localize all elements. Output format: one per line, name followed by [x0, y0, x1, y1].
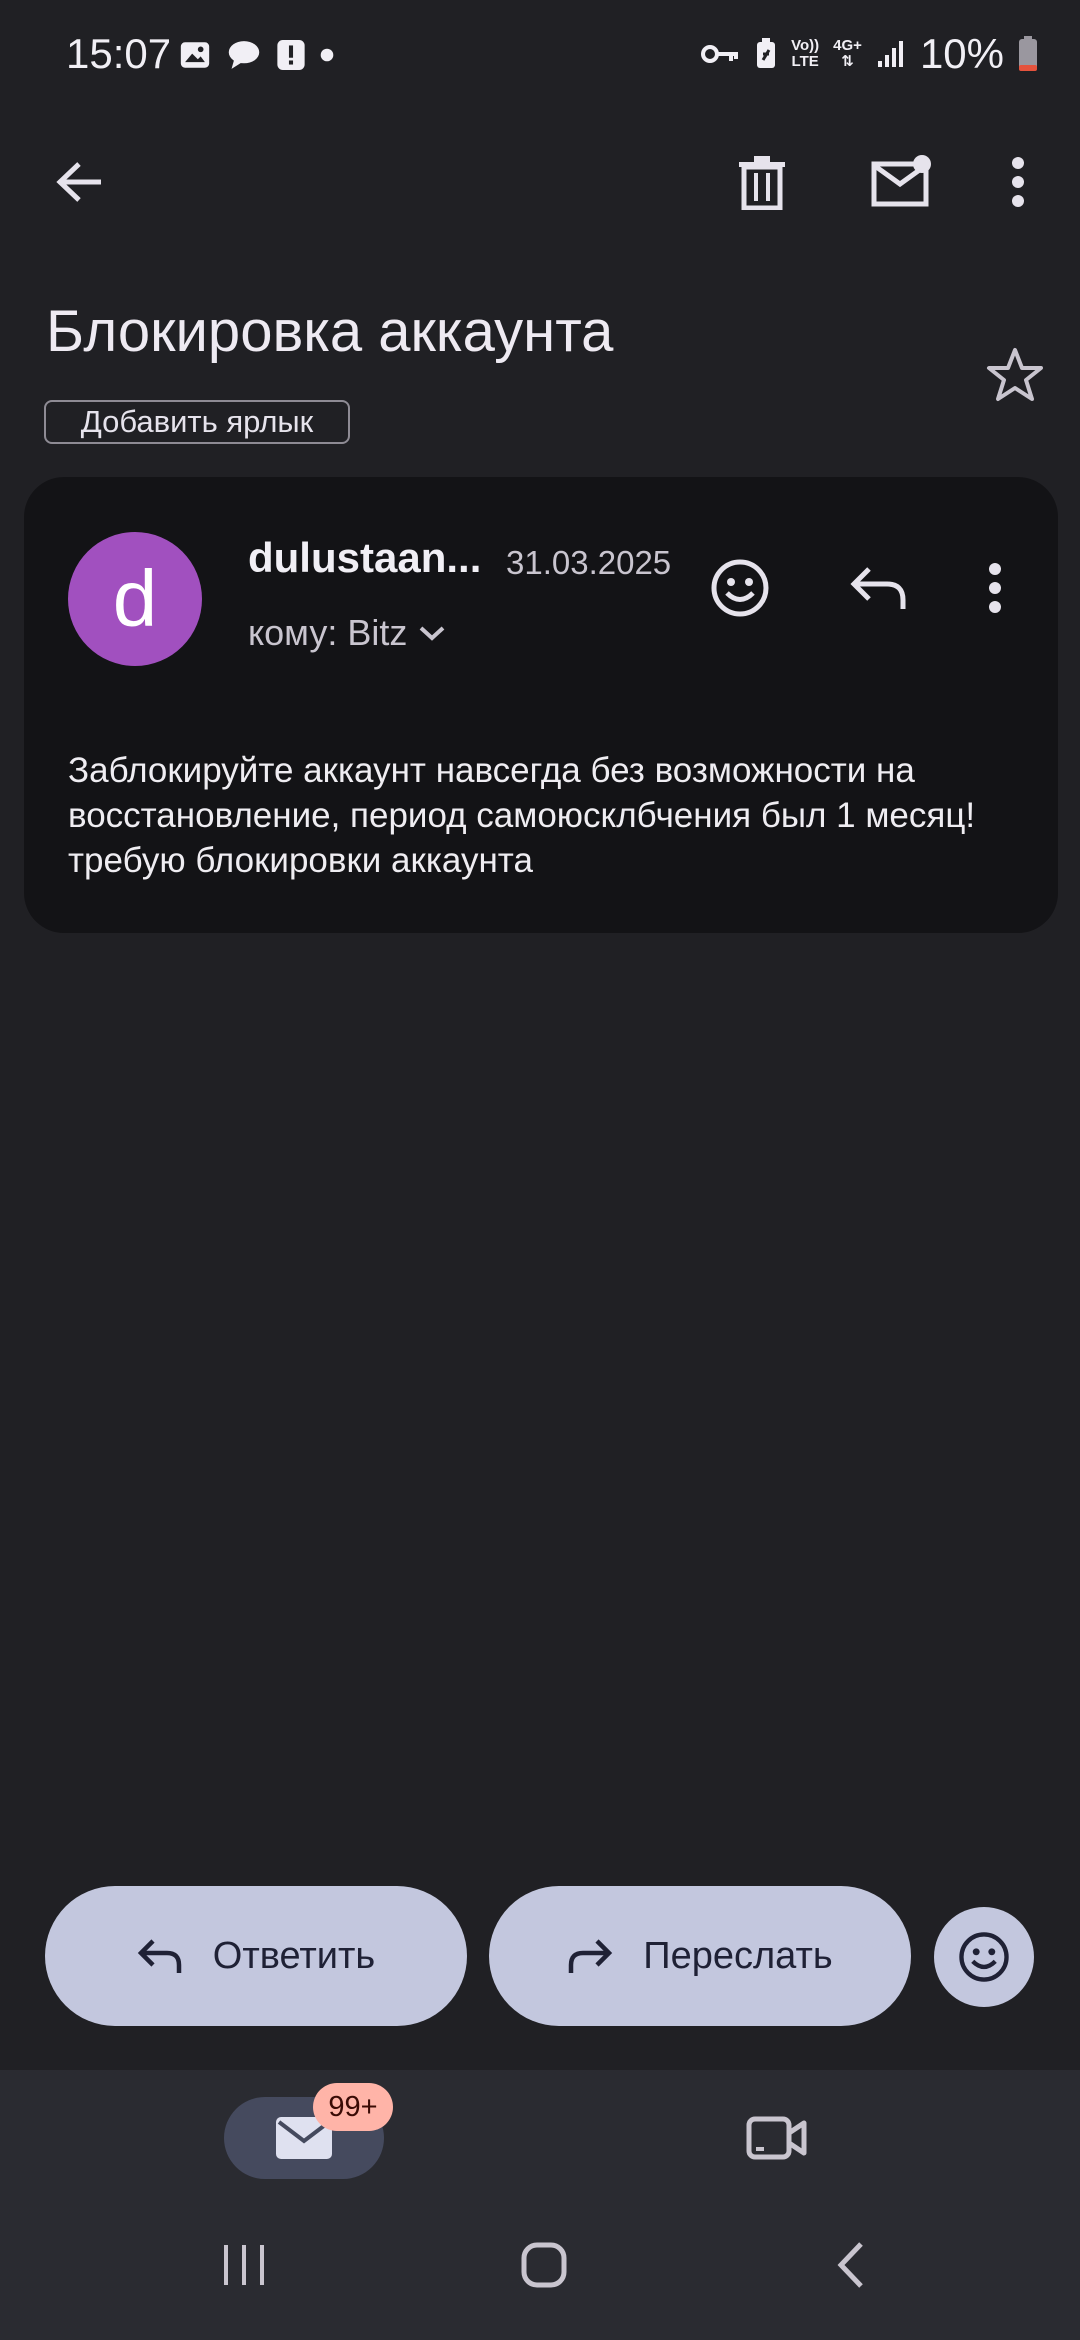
alert-icon [277, 40, 305, 70]
back-button[interactable] [40, 150, 120, 214]
message-more-button[interactable] [970, 552, 1020, 624]
battery-icon [1019, 36, 1037, 71]
reply-icon [850, 567, 906, 609]
recent-apps-button[interactable] [214, 2235, 274, 2295]
gallery-icon [180, 42, 210, 68]
data-indicator: 4G+ ⇅ [833, 38, 862, 70]
email-subject: Блокировка аккаунта [46, 299, 614, 364]
emoji-icon [959, 1932, 1009, 1982]
email-date: 31.03.2025 [506, 544, 672, 581]
mail-unread-icon [871, 155, 931, 207]
nav-meet-tab[interactable] [740, 2105, 814, 2171]
more-vert-icon [1012, 157, 1024, 207]
dot-icon [320, 48, 334, 62]
signal-icon [877, 41, 903, 67]
delete-button[interactable] [726, 146, 798, 218]
home-icon [521, 2242, 567, 2288]
emoji-icon [711, 559, 769, 617]
add-label-button[interactable]: Добавить ярлык [44, 400, 350, 444]
more-options-button[interactable] [994, 146, 1042, 218]
recipient-details-toggle[interactable]: кому: Bitz [248, 612, 447, 654]
bottom-navigation [0, 2070, 1080, 2340]
mark-unread-button[interactable] [862, 146, 942, 218]
battery-percent: 10% [919, 30, 1004, 77]
more-vert-icon [989, 563, 1001, 613]
reply-icon [137, 1939, 182, 1973]
arrow-left-icon [56, 162, 101, 202]
volte-indicator: Vo)) LTE [791, 38, 819, 70]
forward-button[interactable]: Переслать [489, 1886, 911, 2026]
emoji-reaction-button[interactable] [934, 1907, 1034, 2007]
forward-label: Переслать [643, 1934, 833, 1977]
status-system-icons: Vo)) LTE 4G+ ⇅ 10% [701, 30, 1038, 78]
chat-icon [228, 41, 260, 69]
key-icon [701, 45, 739, 63]
video-camera-icon [746, 2116, 807, 2160]
sender-avatar[interactable]: d [68, 532, 202, 666]
star-button[interactable] [980, 340, 1050, 410]
sender-name[interactable]: dulustaan... [248, 534, 481, 582]
volte-bottom-label: LTE [791, 53, 819, 70]
system-back-button[interactable] [820, 2235, 880, 2295]
battery-saver-icon [757, 38, 776, 68]
home-button[interactable] [514, 2235, 574, 2295]
reply-icon-button[interactable] [842, 552, 914, 624]
reply-label: Ответить [212, 1934, 376, 1977]
chevron-left-icon [837, 2242, 863, 2288]
star-icon [987, 348, 1043, 401]
volte-top-label: Vo)) [791, 37, 820, 54]
mail-unread-badge: 99+ [313, 2083, 393, 2131]
data-arrows-icon: ⇅ [841, 53, 854, 70]
reply-button[interactable]: Ответить [45, 1886, 467, 2026]
react-emoji-button[interactable] [704, 552, 776, 624]
recent-apps-icon [224, 2245, 264, 2285]
chevron-down-icon [420, 626, 445, 641]
trash-icon [739, 156, 785, 210]
status-time: 15:07 [66, 30, 172, 77]
forward-icon [569, 1939, 613, 1973]
signal-type-label: 4G+ [833, 37, 862, 54]
recipient-label: кому: Bitz [248, 612, 408, 653]
status-notification-icons [178, 38, 334, 72]
email-body: Заблокируйте аккаунт навсегда без возмож… [68, 751, 976, 880]
